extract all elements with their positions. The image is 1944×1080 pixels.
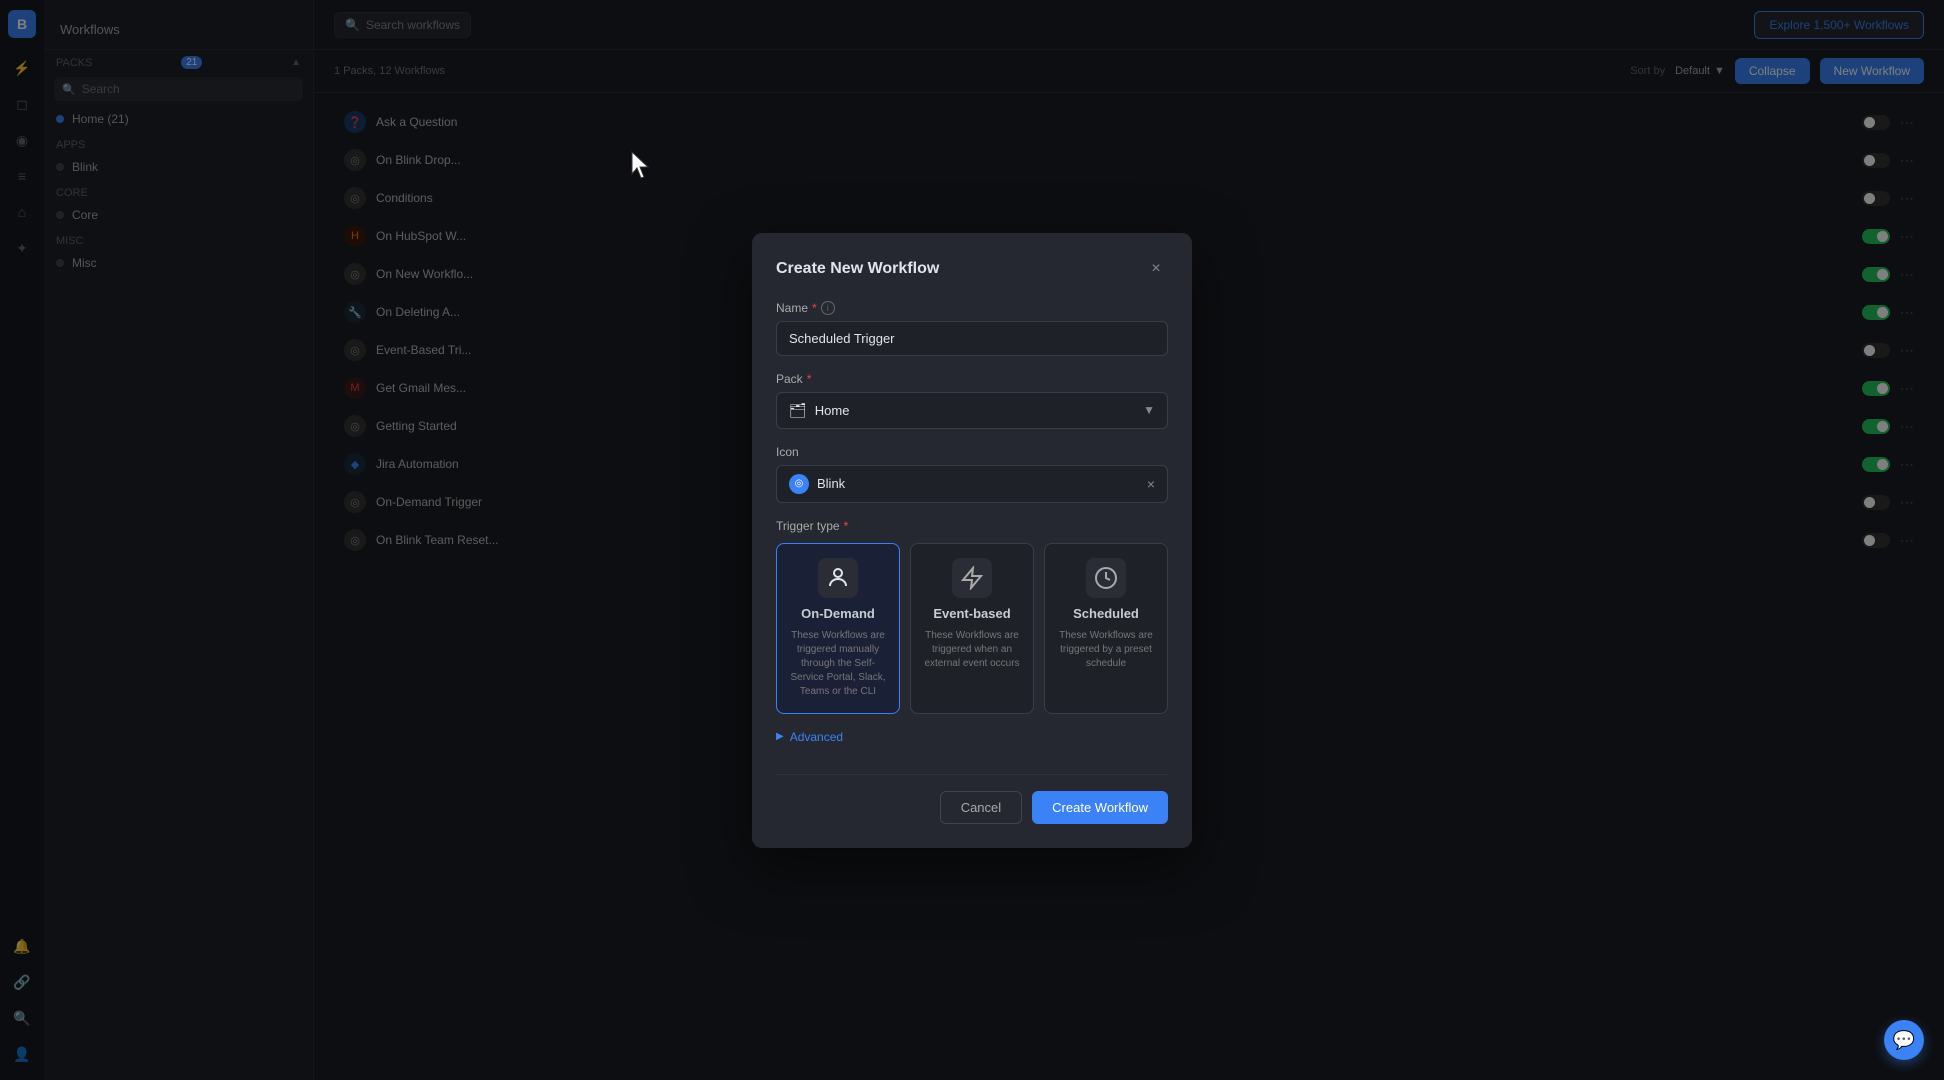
name-label: Name * i bbox=[776, 301, 1168, 315]
chevron-down-icon: ▼ bbox=[1143, 403, 1155, 417]
trigger-card-event-based[interactable]: Event-based These Workflows are triggere… bbox=[910, 543, 1034, 714]
advanced-label: Advanced bbox=[790, 730, 843, 744]
icon-name: Blink bbox=[817, 476, 845, 491]
icon-preview: ◎ bbox=[789, 474, 809, 494]
required-indicator: * bbox=[812, 301, 817, 315]
modal-title: Create New Workflow bbox=[776, 260, 939, 278]
trigger-card-scheduled[interactable]: Scheduled These Workflows are triggered … bbox=[1044, 543, 1168, 714]
icon-select-left: ◎ Blink bbox=[789, 474, 845, 494]
on-demand-title: On-Demand bbox=[801, 606, 875, 621]
clear-icon-button[interactable]: × bbox=[1147, 476, 1155, 492]
pack-label: Pack * bbox=[776, 372, 1168, 386]
home-folder-icon: 🗂 bbox=[789, 402, 807, 419]
scheduled-desc: These Workflows are triggered by a prese… bbox=[1055, 629, 1157, 671]
name-input[interactable] bbox=[776, 321, 1168, 356]
cancel-button[interactable]: Cancel bbox=[940, 791, 1022, 824]
create-workflow-modal: Create New Workflow × Name * i Pack * 🗂 … bbox=[752, 233, 1192, 848]
icon-select[interactable]: ◎ Blink × bbox=[776, 465, 1168, 503]
chevron-right-icon: ▶ bbox=[776, 731, 784, 742]
create-workflow-button[interactable]: Create Workflow bbox=[1032, 791, 1168, 824]
event-based-title: Event-based bbox=[933, 606, 1010, 621]
modal-overlay: Create New Workflow × Name * i Pack * 🗂 … bbox=[0, 0, 1944, 1080]
icon-form-group: Icon ◎ Blink × bbox=[776, 445, 1168, 503]
pack-form-group: Pack * 🗂 Home ▼ bbox=[776, 372, 1168, 429]
scheduled-title: Scheduled bbox=[1073, 606, 1139, 621]
advanced-section: ▶ Advanced bbox=[776, 730, 1168, 744]
pack-select-left: 🗂 Home bbox=[789, 402, 849, 419]
on-demand-desc: These Workflows are triggered manually t… bbox=[787, 629, 889, 699]
advanced-toggle[interactable]: ▶ Advanced bbox=[776, 730, 1168, 744]
trigger-card-on-demand[interactable]: On-Demand These Workflows are triggered … bbox=[776, 543, 900, 714]
scheduled-icon bbox=[1086, 558, 1126, 598]
trigger-required: * bbox=[844, 519, 849, 533]
modal-footer: Cancel Create Workflow bbox=[776, 774, 1168, 824]
modal-close-button[interactable]: × bbox=[1144, 257, 1168, 281]
trigger-type-group: Trigger type * On-Demand These Workflows… bbox=[776, 519, 1168, 714]
name-info-icon[interactable]: i bbox=[821, 301, 835, 315]
pack-required: * bbox=[807, 372, 812, 386]
modal-header: Create New Workflow × bbox=[776, 257, 1168, 281]
name-form-group: Name * i bbox=[776, 301, 1168, 356]
icon-label: Icon bbox=[776, 445, 1168, 459]
trigger-cards: On-Demand These Workflows are triggered … bbox=[776, 543, 1168, 714]
chat-widget[interactable]: 💬 bbox=[1884, 1020, 1924, 1060]
pack-select[interactable]: 🗂 Home ▼ bbox=[776, 392, 1168, 429]
event-based-desc: These Workflows are triggered when an ex… bbox=[921, 629, 1023, 671]
trigger-type-label: Trigger type * bbox=[776, 519, 1168, 533]
event-based-icon bbox=[952, 558, 992, 598]
pack-value: Home bbox=[815, 403, 850, 418]
on-demand-icon bbox=[818, 558, 858, 598]
